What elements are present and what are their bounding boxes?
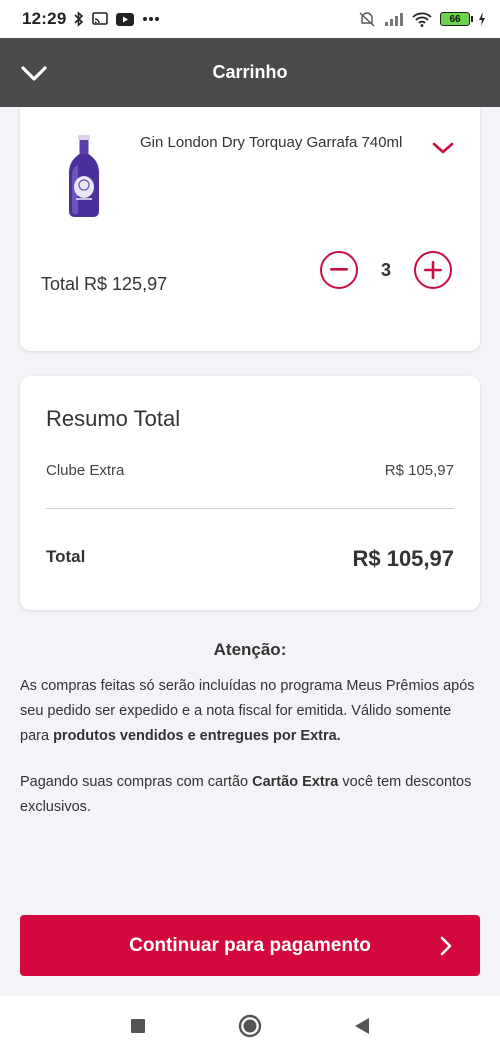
charging-icon: [478, 12, 486, 26]
summary-total-value: R$ 105,97: [352, 546, 454, 571]
attention-p2-before: Pagando suas compras com cartão: [20, 774, 253, 790]
quantity-stepper: 3: [320, 251, 452, 289]
continue-payment-label: Continuar para pagamento: [129, 934, 371, 956]
summary-row-value: R$ 105,97: [384, 462, 454, 479]
attention-p2-bold: Cartão Extra: [252, 774, 339, 790]
cast-icon: [92, 12, 109, 26]
summary-title: Resumo Total: [46, 406, 181, 431]
battery-icon: 66: [440, 12, 473, 26]
product-image[interactable]: [60, 135, 108, 219]
youtube-icon: [116, 12, 135, 26]
square-icon[interactable]: [122, 1010, 154, 1042]
triangle-back-icon[interactable]: [346, 1010, 378, 1042]
status-left: 12:29: [22, 9, 160, 29]
attention-p1-bold: produtos vendidos e entregues por Extra.: [53, 728, 341, 744]
product-name[interactable]: Gin London Dry Torquay Garrafa 740ml: [140, 134, 402, 151]
summary-total-label: Total: [46, 547, 86, 566]
product-card: Gin London Dry Torquay Garrafa 740ml Tot…: [20, 107, 480, 351]
chevron-right-icon: [436, 935, 456, 957]
more-dots-icon: [142, 16, 160, 22]
wifi-icon: [412, 12, 432, 27]
expand-chevron-down-icon[interactable]: [430, 137, 456, 159]
bluetooth-icon: [74, 11, 84, 27]
summary-card: Resumo Total Clube Extra R$ 105,97 Total…: [20, 376, 480, 610]
system-nav-bar: [0, 996, 500, 1056]
status-bar: 12:29 66: [0, 0, 500, 38]
minus-circle-icon[interactable]: [320, 251, 358, 289]
summary-divider: [46, 508, 454, 509]
back-chevron-down-icon[interactable]: [20, 60, 48, 88]
attention-title: Atenção:: [213, 640, 287, 659]
signal-icon: [384, 12, 404, 26]
mute-icon: [358, 11, 376, 27]
app-header: Carrinho: [0, 38, 500, 107]
attention-paragraph-1: As compras feitas só serão incluídas no …: [20, 674, 480, 749]
continue-payment-button[interactable]: Continuar para pagamento: [20, 915, 480, 976]
status-right: 66: [358, 11, 486, 27]
product-total: Total R$ 125,97: [41, 274, 168, 294]
page-title: Carrinho: [212, 62, 288, 82]
status-time: 12:29: [22, 9, 67, 28]
circle-icon[interactable]: [234, 1010, 266, 1042]
plus-circle-icon[interactable]: [414, 251, 452, 289]
attention-paragraph-2: Pagando suas compras com cartão Cartão E…: [20, 770, 480, 820]
summary-row-label: Clube Extra: [46, 462, 125, 479]
quantity-value: 3: [380, 259, 391, 280]
